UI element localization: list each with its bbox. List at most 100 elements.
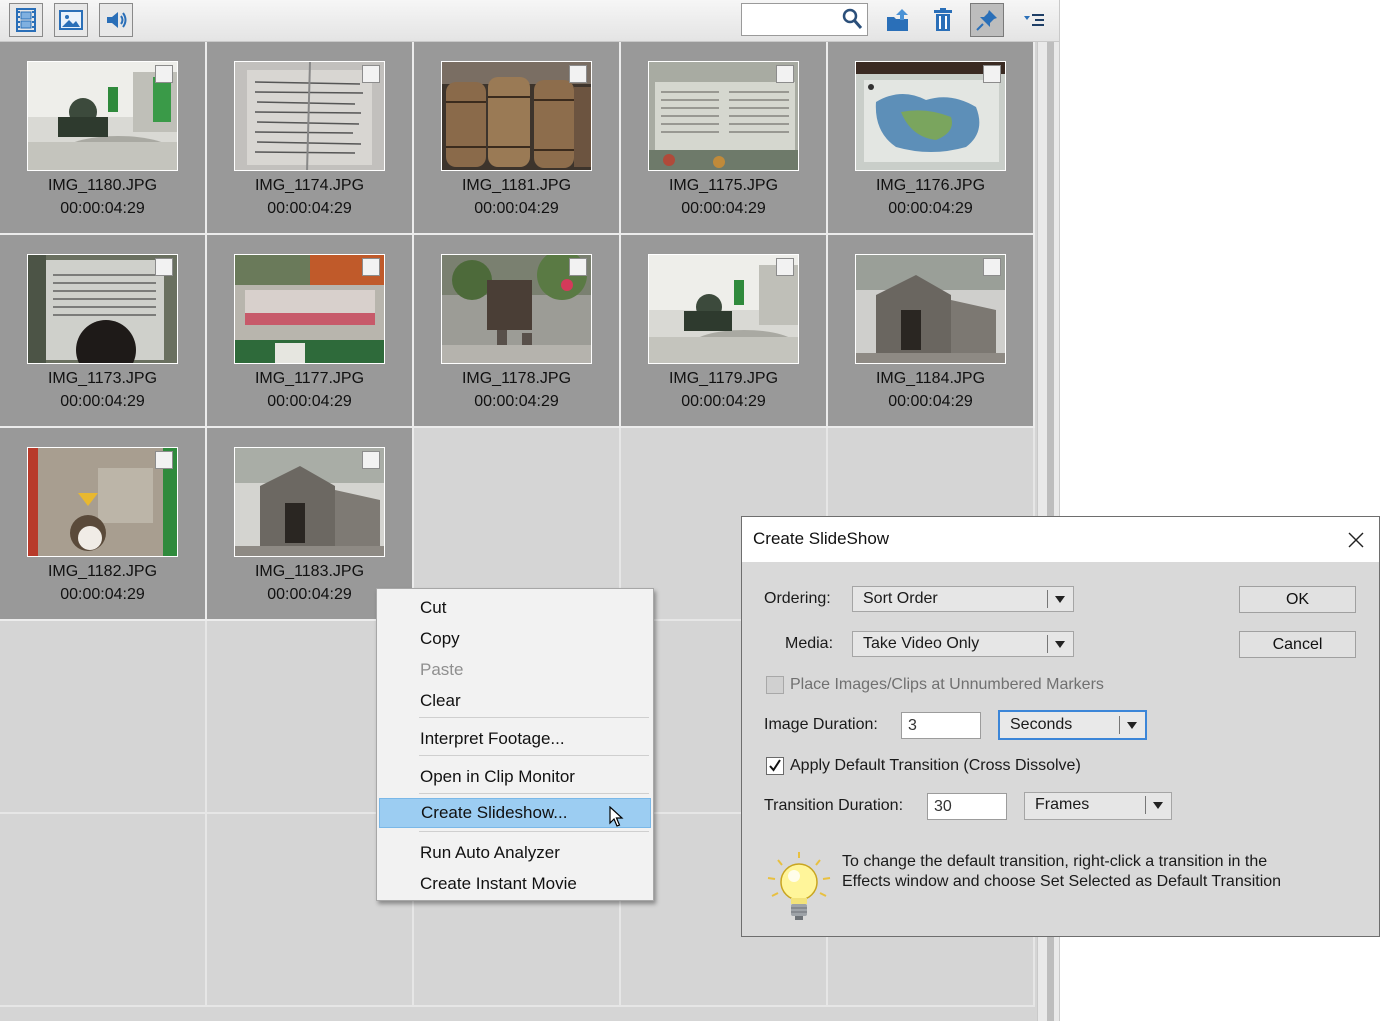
clip-thumbnail bbox=[234, 61, 385, 171]
film-icon bbox=[16, 8, 36, 32]
image-duration-input[interactable]: 3 bbox=[901, 712, 981, 739]
clip-duration: 00:00:04:29 bbox=[888, 393, 973, 410]
clip-cell[interactable]: IMG_1175.JPG 00:00:04:29 bbox=[621, 42, 828, 235]
place-markers-checkbox bbox=[766, 676, 784, 694]
dialog-titlebar[interactable]: Create SlideShow bbox=[742, 517, 1379, 562]
search-icon[interactable] bbox=[840, 7, 864, 31]
clip-name: IMG_1182.JPG bbox=[47, 563, 158, 580]
chevron-down-icon bbox=[1055, 596, 1065, 603]
menu-item-clear[interactable]: Clear bbox=[379, 687, 651, 714]
media-label: Media: bbox=[785, 635, 834, 652]
select-divider bbox=[1145, 796, 1146, 814]
clip-duration: 00:00:04:29 bbox=[474, 393, 559, 410]
image-type-icon bbox=[983, 65, 1001, 83]
ordering-label: Ordering: bbox=[764, 590, 831, 607]
image-type-icon bbox=[569, 65, 587, 83]
cancel-button[interactable]: Cancel bbox=[1239, 631, 1356, 658]
chevron-down-icon bbox=[1153, 802, 1163, 809]
image-duration-unit-value: Seconds bbox=[1010, 716, 1073, 733]
menu-item-interpret-footage[interactable]: Interpret Footage... bbox=[379, 725, 651, 752]
clip-thumbnail bbox=[27, 254, 178, 364]
chevron-down-icon bbox=[1055, 641, 1065, 648]
clip-duration: 00:00:04:29 bbox=[267, 200, 352, 217]
image-duration-unit-select[interactable]: Seconds bbox=[998, 710, 1147, 740]
transition-duration-unit-select[interactable]: Frames bbox=[1024, 792, 1172, 820]
dialog-title: Create SlideShow bbox=[753, 529, 890, 548]
pin-button[interactable] bbox=[970, 3, 1004, 37]
transition-duration-unit-value: Frames bbox=[1035, 796, 1090, 813]
apply-transition-label: Apply Default Transition (Cross Dissolve… bbox=[790, 757, 1081, 774]
clip-name: IMG_1177.JPG bbox=[254, 370, 365, 387]
clip-cell[interactable]: IMG_1180.JPG 00:00:04:29 bbox=[0, 42, 207, 235]
dialog-body: Ordering: Sort Order Media: Take Video O… bbox=[742, 562, 1379, 936]
clip-cell[interactable]: IMG_1176.JPG 00:00:04:29 bbox=[828, 42, 1035, 235]
image-type-icon bbox=[569, 258, 587, 276]
empty-cell bbox=[0, 621, 207, 814]
empty-cell bbox=[0, 814, 207, 1007]
search-field[interactable] bbox=[741, 3, 868, 36]
search-input[interactable] bbox=[746, 8, 841, 31]
clip-cell[interactable]: IMG_1179.JPG 00:00:04:29 bbox=[621, 235, 828, 428]
image-filter-button[interactable] bbox=[54, 3, 88, 37]
clip-thumbnail bbox=[441, 61, 592, 171]
clip-name: IMG_1176.JPG bbox=[875, 177, 986, 194]
context-menu: Cut Copy Paste Clear Interpret Footage..… bbox=[376, 588, 654, 901]
close-button[interactable] bbox=[1341, 525, 1371, 555]
clip-thumbnail bbox=[27, 61, 178, 171]
delete-button[interactable] bbox=[926, 3, 960, 37]
clip-cell[interactable]: IMG_1182.JPG 00:00:04:29 bbox=[0, 428, 207, 621]
project-toolbar bbox=[0, 0, 1060, 42]
image-icon bbox=[59, 10, 83, 30]
clip-duration: 00:00:04:29 bbox=[681, 200, 766, 217]
tip-text: To change the default transition, right-… bbox=[842, 853, 1282, 890]
ok-button[interactable]: OK bbox=[1239, 586, 1356, 613]
clip-cell[interactable]: IMG_1181.JPG 00:00:04:29 bbox=[414, 42, 621, 235]
menu-item-open-in-clip-monitor[interactable]: Open in Clip Monitor bbox=[379, 763, 651, 790]
clip-duration: 00:00:04:29 bbox=[60, 393, 145, 410]
select-divider bbox=[1047, 590, 1048, 608]
ordering-select[interactable]: Sort Order bbox=[852, 586, 1074, 612]
transition-duration-label: Transition Duration: bbox=[764, 797, 904, 814]
menu-item-copy[interactable]: Copy bbox=[379, 625, 651, 652]
clip-thumbnail bbox=[234, 447, 385, 557]
clip-duration: 00:00:04:29 bbox=[60, 200, 145, 217]
trash-icon bbox=[934, 8, 952, 31]
pushpin-icon bbox=[976, 10, 997, 31]
clip-duration: 00:00:04:29 bbox=[60, 586, 145, 603]
clip-name: IMG_1180.JPG bbox=[47, 177, 158, 194]
media-select[interactable]: Take Video Only bbox=[852, 631, 1074, 657]
menu-item-create-instant-movie[interactable]: Create Instant Movie bbox=[379, 870, 651, 897]
menu-item-paste: Paste bbox=[420, 660, 464, 679]
new-item-button[interactable] bbox=[881, 3, 915, 37]
menu-separator bbox=[419, 793, 649, 794]
menu-item-cut[interactable]: Cut bbox=[379, 594, 651, 621]
menu-separator bbox=[419, 755, 649, 756]
image-duration-label: Image Duration: bbox=[764, 716, 878, 733]
list-menu-icon bbox=[1024, 14, 1044, 26]
clip-name: IMG_1173.JPG bbox=[47, 370, 158, 387]
ordering-value: Sort Order bbox=[863, 590, 938, 607]
clip-cell[interactable]: IMG_1174.JPG 00:00:04:29 bbox=[207, 42, 414, 235]
menu-item-run-auto-analyzer[interactable]: Run Auto Analyzer bbox=[379, 839, 651, 866]
speaker-icon bbox=[107, 12, 127, 28]
clip-duration: 00:00:04:29 bbox=[888, 200, 973, 217]
mouse-cursor-icon bbox=[609, 806, 624, 827]
clip-thumbnail bbox=[648, 61, 799, 171]
clip-duration: 00:00:04:29 bbox=[474, 200, 559, 217]
clip-thumbnail bbox=[855, 61, 1006, 171]
clip-cell[interactable]: IMG_1178.JPG 00:00:04:29 bbox=[414, 235, 621, 428]
video-filter-button[interactable] bbox=[9, 3, 43, 37]
clip-duration: 00:00:04:29 bbox=[267, 393, 352, 410]
apply-transition-checkbox[interactable] bbox=[766, 757, 784, 775]
select-divider bbox=[1119, 716, 1120, 734]
folder-up-icon bbox=[887, 9, 908, 31]
panel-options-button[interactable] bbox=[1016, 3, 1050, 37]
clip-cell[interactable]: IMG_1184.JPG 00:00:04:29 bbox=[828, 235, 1035, 428]
clip-thumbnail bbox=[27, 447, 178, 557]
clip-cell[interactable]: IMG_1173.JPG 00:00:04:29 bbox=[0, 235, 207, 428]
transition-duration-input[interactable]: 30 bbox=[927, 793, 1007, 820]
place-markers-label: Place Images/Clips at Unnumbered Markers bbox=[790, 676, 1104, 693]
menu-separator bbox=[419, 831, 649, 832]
audio-filter-button[interactable] bbox=[99, 3, 133, 37]
clip-cell[interactable]: IMG_1177.JPG 00:00:04:29 bbox=[207, 235, 414, 428]
